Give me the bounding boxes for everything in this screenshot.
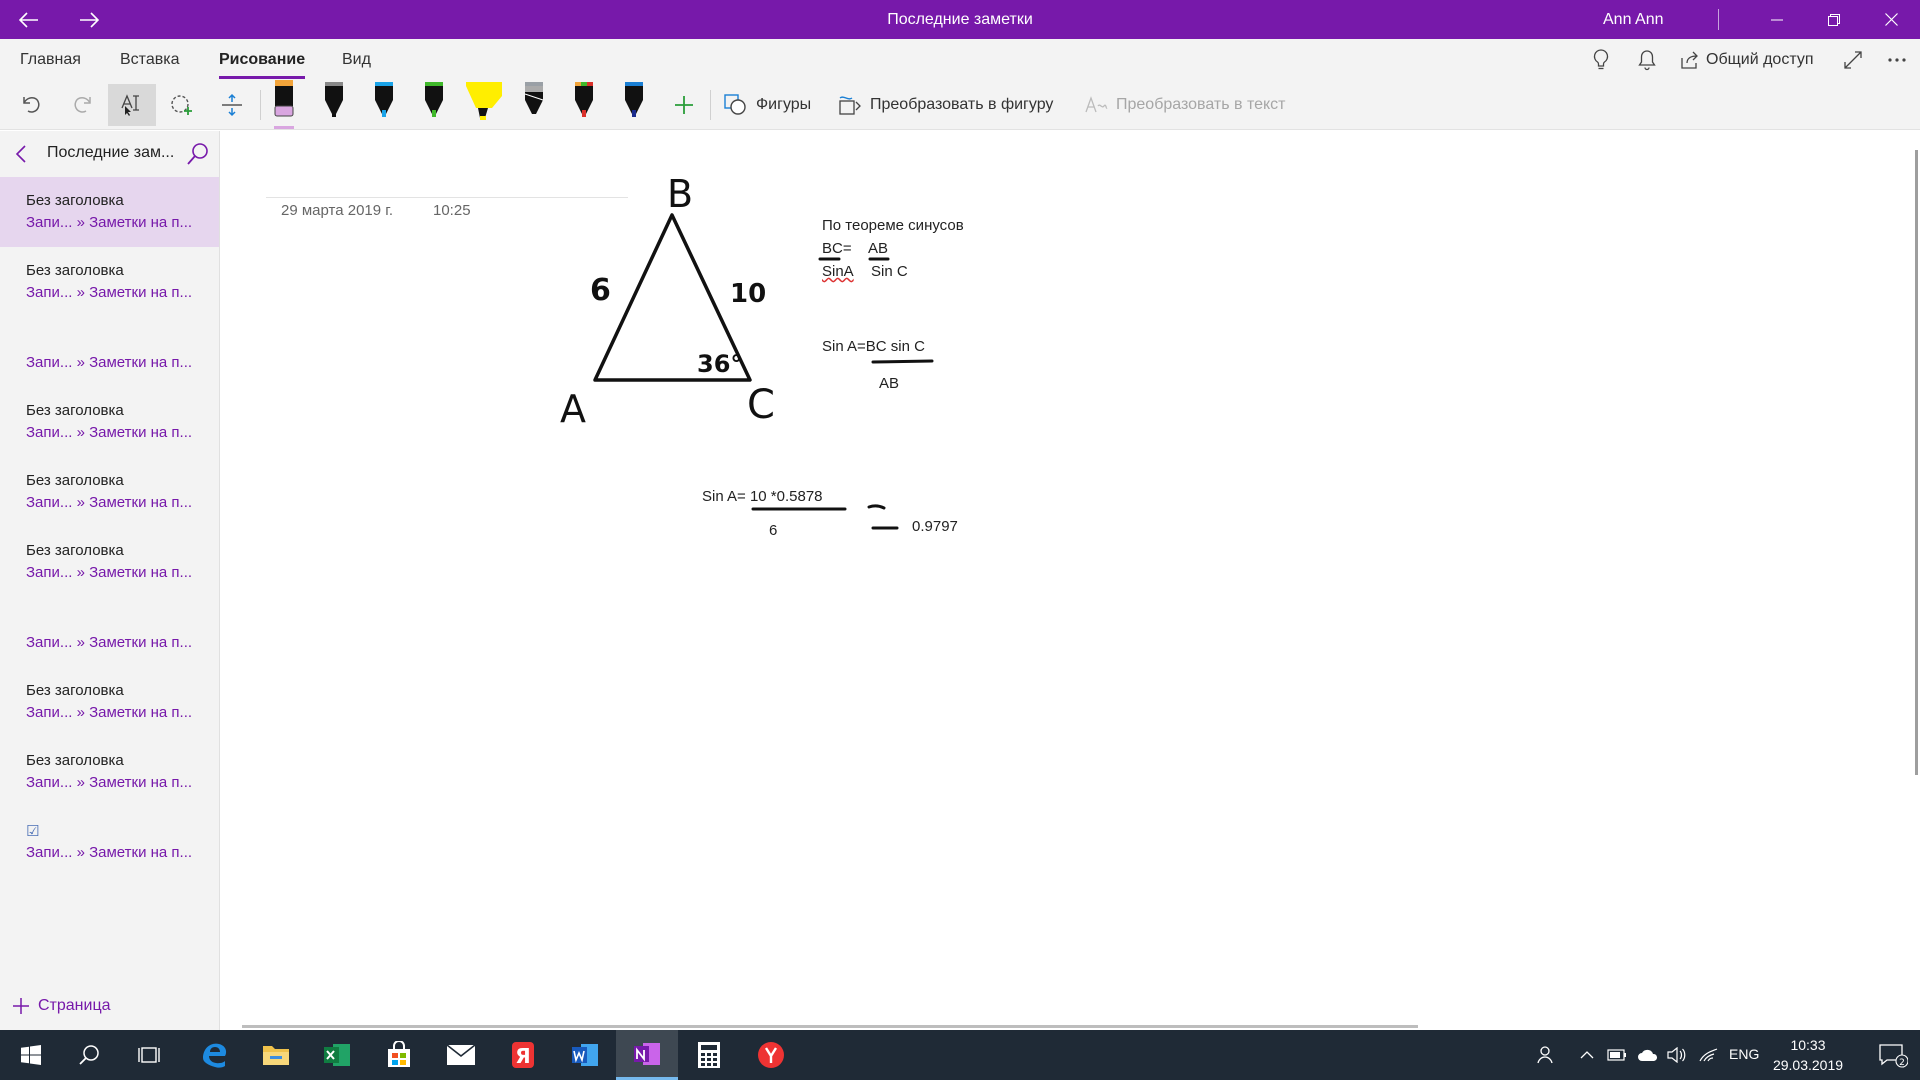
calculator-icon[interactable] [678,1030,740,1080]
svg-text:Я: Я [515,1044,530,1068]
search-icon[interactable] [58,1030,120,1080]
task-view-icon[interactable] [118,1030,180,1080]
edge-icon[interactable] [183,1030,245,1080]
formula1-denominator-left[interactable]: SinA [822,263,854,280]
formula3-numerator[interactable]: Sin A= 10 *0.5878 [702,488,823,505]
taskbar: Я ENG 10:33 29.03.2019 2 [0,1030,1920,1080]
vertical-scrollbar[interactable] [1915,150,1918,775]
action-center-icon[interactable]: 2 [1866,1030,1920,1080]
notification-count: 2 [1899,1058,1905,1068]
battery-icon[interactable] [1605,1030,1629,1080]
vertex-b-label: B [667,172,693,216]
horizontal-scrollbar[interactable] [242,1025,1418,1028]
formula1-denominator-right[interactable]: Sin C [871,263,908,280]
yandex-icon[interactable] [740,1030,802,1080]
formula2-denominator[interactable]: AB [879,375,899,392]
wifi-icon[interactable] [1695,1030,1721,1080]
angle-c-label: 36° [697,350,742,378]
ink-fraction-bar [871,359,934,364]
vertex-a-label: A [560,387,586,431]
clock-date: 29.03.2019 [1772,1057,1844,1073]
system-clock[interactable]: 10:33 29.03.2019 [1766,1035,1850,1075]
formula1-numerator-right[interactable]: AB [868,240,888,257]
side-ab-label: 6 [590,273,611,308]
onenote-icon[interactable] [616,1030,678,1080]
start-icon[interactable] [0,1030,62,1080]
people-icon[interactable] [1530,1030,1560,1080]
chevron-up-icon[interactable] [1576,1030,1598,1080]
ink-drawing[interactable]: B A C 6 10 36° [0,0,1920,1080]
ink-equals-top [867,504,886,510]
volume-icon[interactable] [1664,1030,1688,1080]
clock-time: 10:33 [1790,1037,1826,1053]
onedrive-icon[interactable] [1634,1030,1662,1080]
vertex-c-label: C [747,382,775,428]
language-indicator[interactable]: ENG [1729,1046,1759,1062]
formula3-result[interactable]: 0.9797 [912,518,958,535]
file-explorer-icon[interactable] [245,1030,307,1080]
mail-icon[interactable] [430,1030,492,1080]
formula1-numerator-left[interactable]: BC= [822,240,852,257]
side-bc-label: 10 [730,279,766,309]
theorem-title[interactable]: По теореме синусов [822,217,964,234]
formula2-numerator[interactable]: Sin A=BC sin C [822,338,925,355]
yandex-browser-icon[interactable]: Я [492,1030,554,1080]
excel-icon[interactable] [306,1030,368,1080]
store-icon[interactable] [368,1030,430,1080]
formula3-denominator[interactable]: 6 [769,522,777,539]
word-icon[interactable] [554,1030,616,1080]
